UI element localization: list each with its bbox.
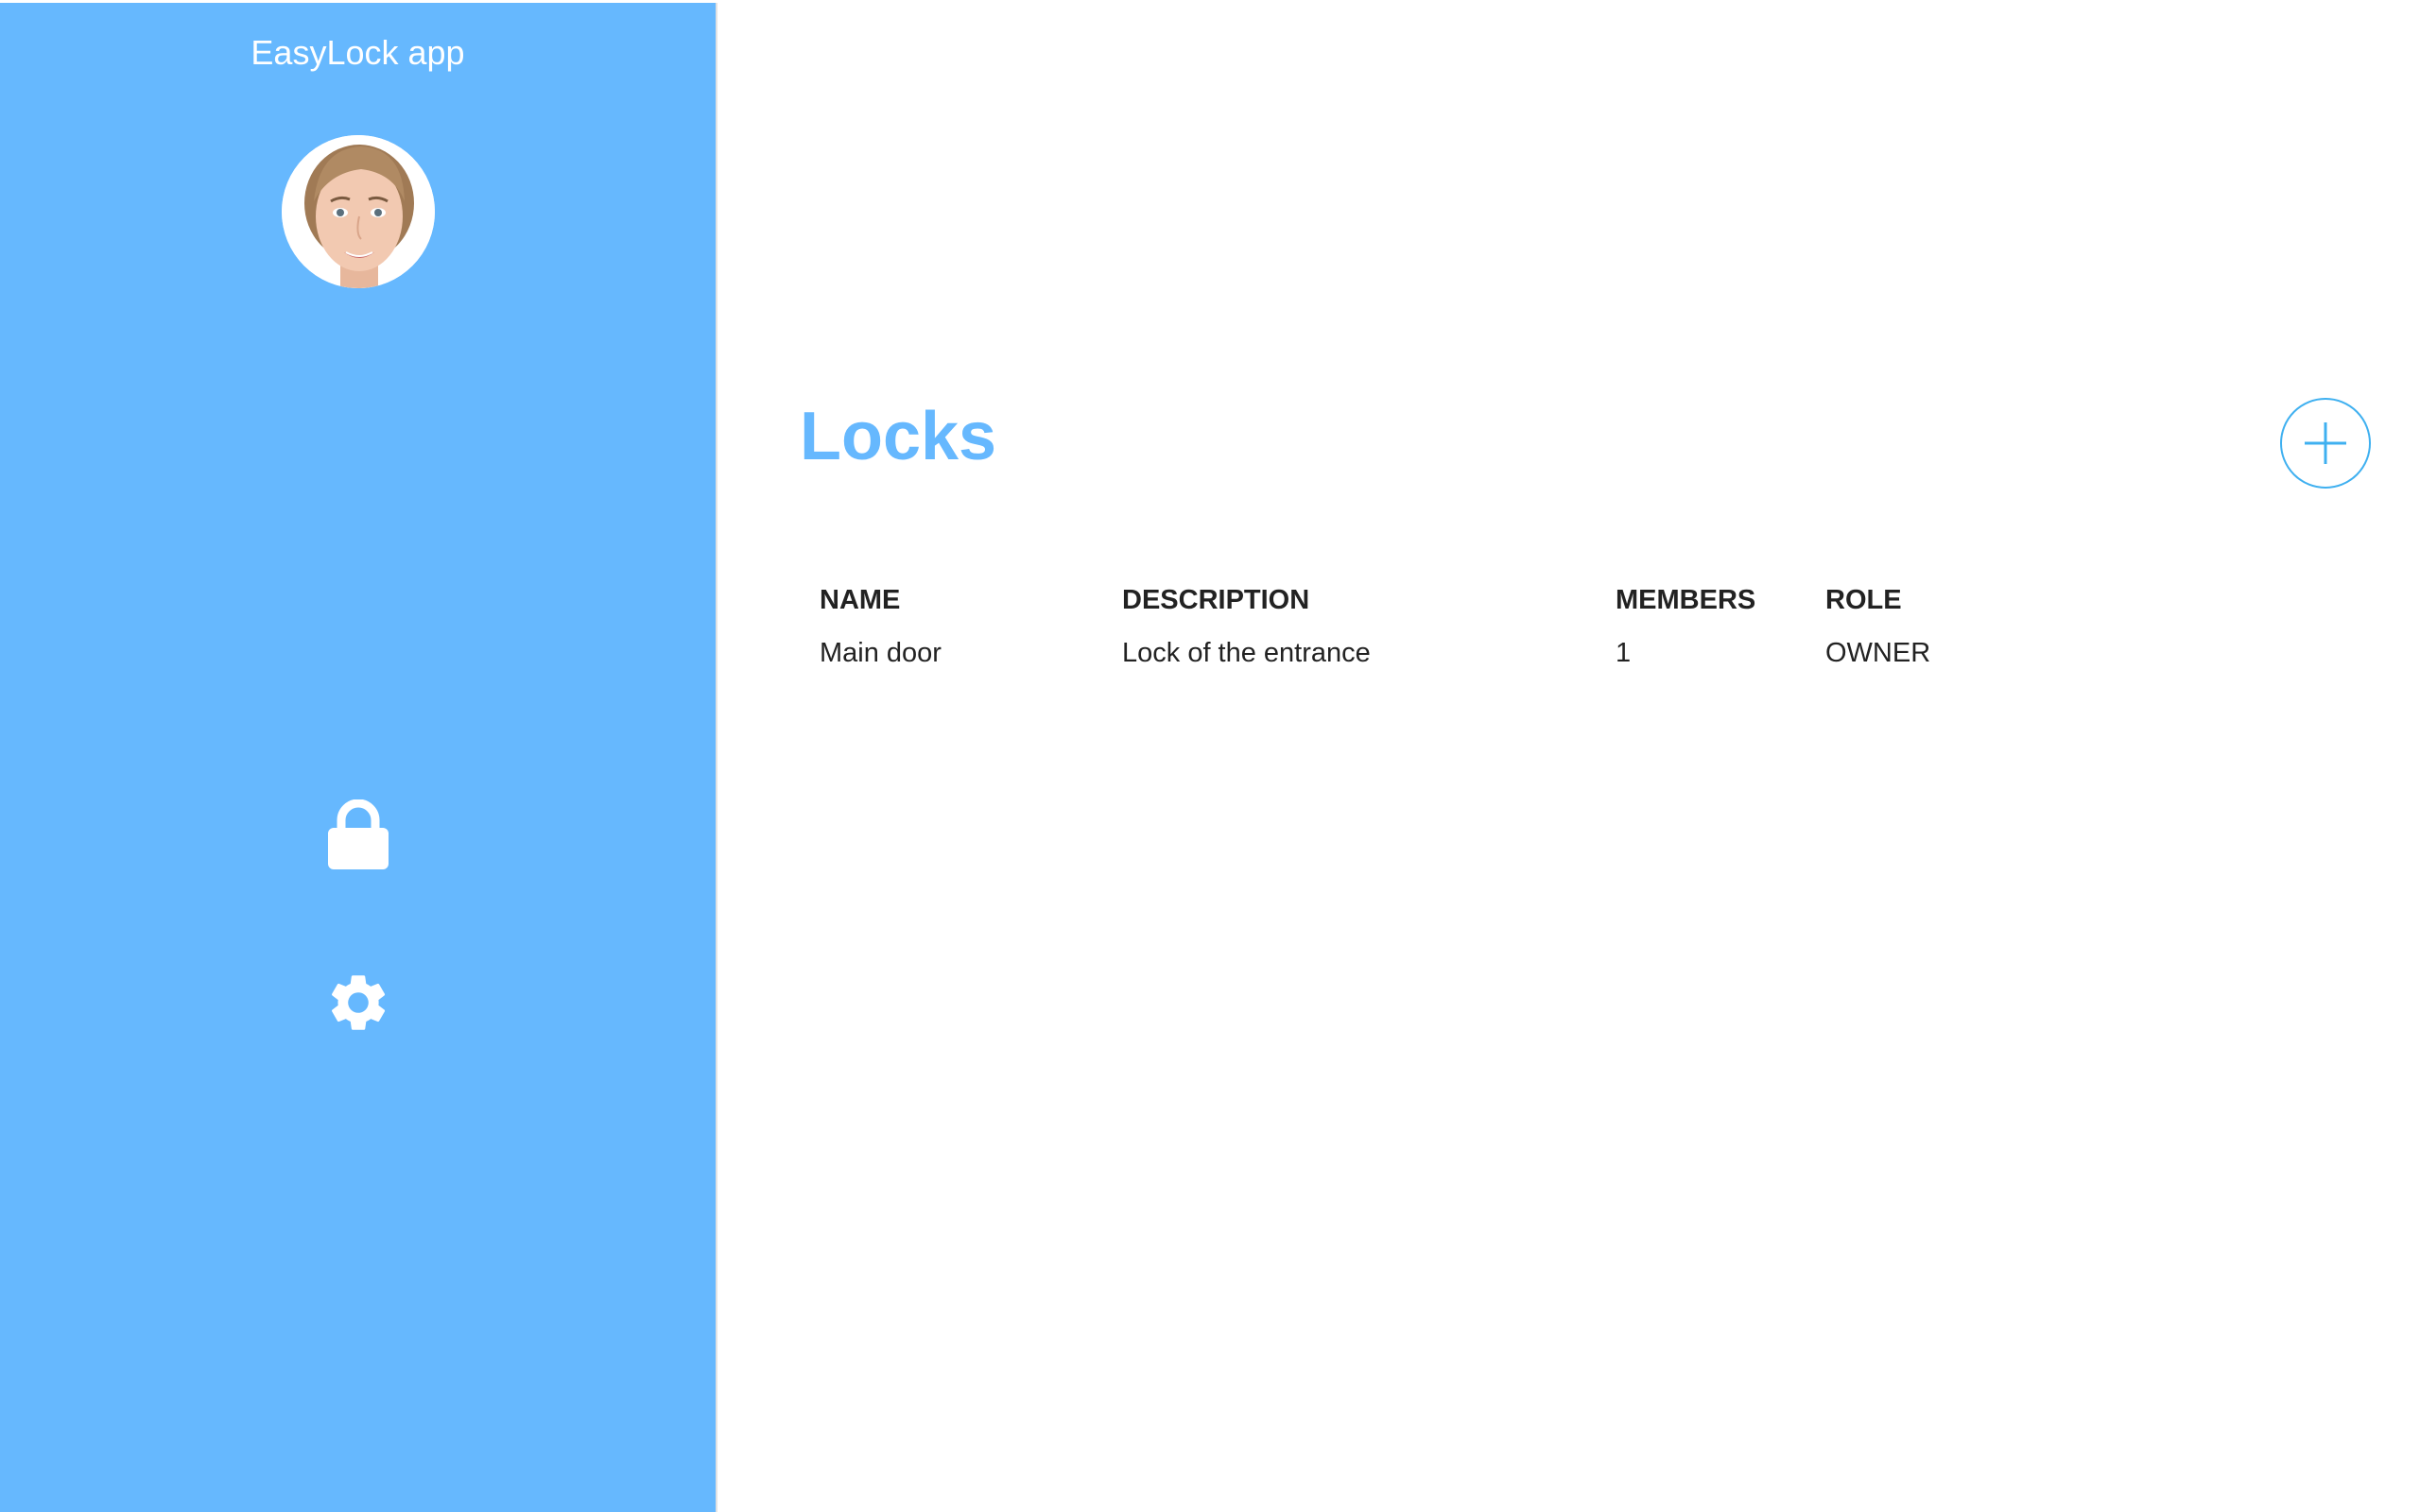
cell-name: Main door — [820, 638, 942, 668]
page-title: Locks — [800, 399, 997, 474]
table-row[interactable]: Main door Lock of the entrance 1 OWNER — [820, 634, 2109, 672]
plus-icon — [2305, 422, 2346, 464]
column-header-role: ROLE — [1825, 585, 1902, 615]
app-window: EasyLock app Locks NAME DESCRIPTION MEMB… — [0, 0, 2420, 1512]
column-header-description: DESCRIPTION — [1122, 585, 1310, 615]
add-lock-button[interactable] — [2280, 398, 2371, 489]
table-header-row: NAME DESCRIPTION MEMBERS ROLE — [820, 581, 2109, 634]
nav-settings[interactable] — [310, 954, 406, 1051]
avatar[interactable] — [282, 135, 435, 288]
gear-icon — [332, 975, 386, 1030]
app-title: EasyLock app — [251, 33, 465, 72]
cell-members: 1 — [1616, 638, 1632, 668]
lock-icon — [328, 799, 389, 869]
column-header-name: NAME — [820, 585, 901, 615]
cell-role: OWNER — [1825, 638, 1931, 668]
cell-description: Lock of the entrance — [1122, 638, 1371, 668]
column-header-members: MEMBERS — [1616, 585, 1756, 615]
main-content: Locks NAME DESCRIPTION MEMBERS ROLE Main… — [717, 0, 2420, 1512]
avatar-photo — [282, 135, 435, 288]
sidebar: EasyLock app — [0, 3, 717, 1512]
locks-table: NAME DESCRIPTION MEMBERS ROLE Main door … — [820, 581, 2109, 672]
nav-locks[interactable] — [310, 786, 406, 883]
